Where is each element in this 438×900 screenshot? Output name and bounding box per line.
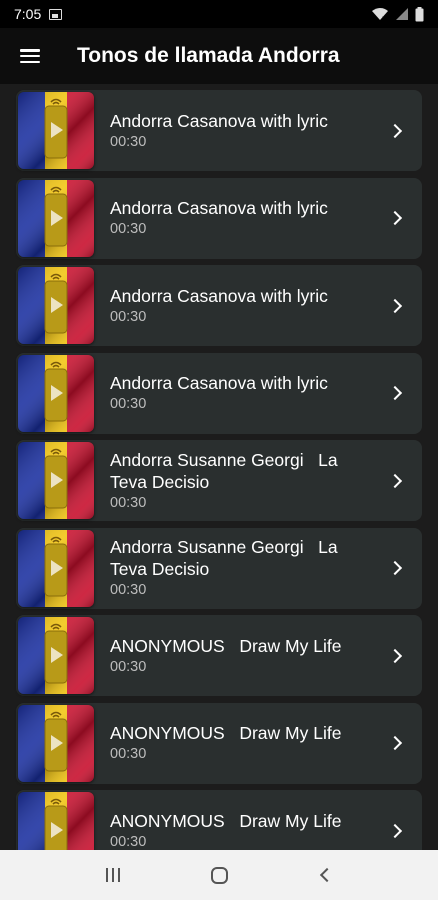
andorra-flag-thumbnail	[18, 617, 94, 694]
battery-icon	[415, 6, 424, 21]
ringtone-title: Andorra Susanne Georgi La Teva Decisio	[110, 449, 343, 492]
chevron-right-icon	[387, 648, 403, 663]
andorra-flag-thumbnail	[18, 529, 94, 607]
list-item[interactable]: Andorra Casanova with lyric 00:30	[16, 265, 422, 346]
ringtone-duration: 00:30	[110, 133, 147, 150]
list-item[interactable]: ANONYMOUS Draw My Life 00:30	[16, 615, 422, 696]
home-icon	[210, 866, 228, 884]
ringtone-title: ANONYMOUS Draw My Life	[110, 635, 342, 656]
ringtone-title: Andorra Casanova with lyric	[110, 373, 328, 393]
chevron-right-icon	[387, 298, 403, 313]
back-button[interactable]	[305, 855, 345, 895]
ringtone-duration: 00:30	[110, 221, 147, 237]
app-title: Tonos de llamada Andorra	[77, 44, 340, 67]
status-bar: 7:05 ×	[0, 0, 438, 28]
andorra-flag-thumbnail	[18, 179, 94, 257]
chevron-right-icon	[387, 560, 403, 576]
chevron-right-icon	[387, 210, 403, 226]
ringtone-list[interactable]: Andorra Casanova with lyric 00:30 Andorr…	[0, 84, 438, 850]
ringtone-duration: 00:30	[110, 746, 147, 762]
ringtone-title: Andorra Casanova with lyric	[110, 198, 328, 218]
andorra-flag-thumbnail	[18, 267, 94, 344]
hamburger-icon	[20, 49, 40, 63]
ringtone-title: ANONYMOUS Draw My Life	[110, 723, 342, 743]
list-item[interactable]: Andorra Casanova with lyric 00:30	[16, 90, 422, 171]
recent-apps-button[interactable]	[93, 855, 133, 895]
ringtone-duration: 00:30	[110, 396, 147, 412]
home-button[interactable]	[199, 855, 239, 895]
svg-text:×: ×	[382, 16, 386, 21]
chevron-right-icon	[387, 823, 403, 838]
chevron-right-icon	[387, 385, 403, 401]
app-bar: Tonos de llamada Andorra	[0, 28, 438, 84]
andorra-flag-thumbnail	[18, 354, 94, 432]
ringtone-duration: 00:30	[110, 582, 147, 598]
ringtone-title: Andorra Casanova with lyric	[110, 110, 328, 131]
ringtone-duration: 00:30	[110, 658, 147, 675]
andorra-flag-thumbnail	[18, 92, 94, 169]
ringtone-duration: 00:30	[110, 494, 147, 511]
list-item[interactable]: ANONYMOUS Draw My Life 00:30	[16, 702, 422, 784]
status-icons: ×	[371, 6, 424, 22]
ringtone-title: Andorra Susanne Georgi La Teva Decisio	[110, 537, 343, 579]
chevron-right-icon	[387, 735, 403, 751]
ringtone-title: ANONYMOUS Draw My Life	[110, 810, 342, 831]
andorra-flag-thumbnail	[18, 792, 94, 850]
ringtone-duration: 00:30	[110, 833, 147, 850]
ringtone-title: Andorra Casanova with lyric	[110, 285, 328, 306]
list-item[interactable]: Andorra Susanne Georgi La Teva Decisio 0…	[16, 527, 422, 609]
chevron-right-icon	[387, 123, 403, 138]
list-item[interactable]: Andorra Casanova with lyric 00:30	[16, 352, 422, 434]
list-item[interactable]: Andorra Susanne Georgi La Teva Decisio 0…	[16, 440, 422, 521]
status-time: 7:05	[14, 6, 42, 22]
wifi-icon: ×	[372, 8, 388, 21]
system-nav-bar	[0, 850, 438, 900]
menu-button[interactable]	[0, 28, 60, 84]
back-icon	[319, 867, 335, 883]
andorra-flag-thumbnail	[18, 704, 94, 782]
andorra-flag-thumbnail	[18, 442, 94, 519]
chevron-right-icon	[387, 473, 403, 488]
ringtone-duration: 00:30	[110, 308, 147, 325]
gallery-notification-icon	[49, 8, 63, 20]
recent-apps-icon	[106, 868, 120, 882]
signal-icon	[396, 8, 408, 20]
list-item[interactable]: ANONYMOUS Draw My Life 00:30	[16, 790, 422, 850]
list-item[interactable]: Andorra Casanova with lyric 00:30	[16, 177, 422, 259]
